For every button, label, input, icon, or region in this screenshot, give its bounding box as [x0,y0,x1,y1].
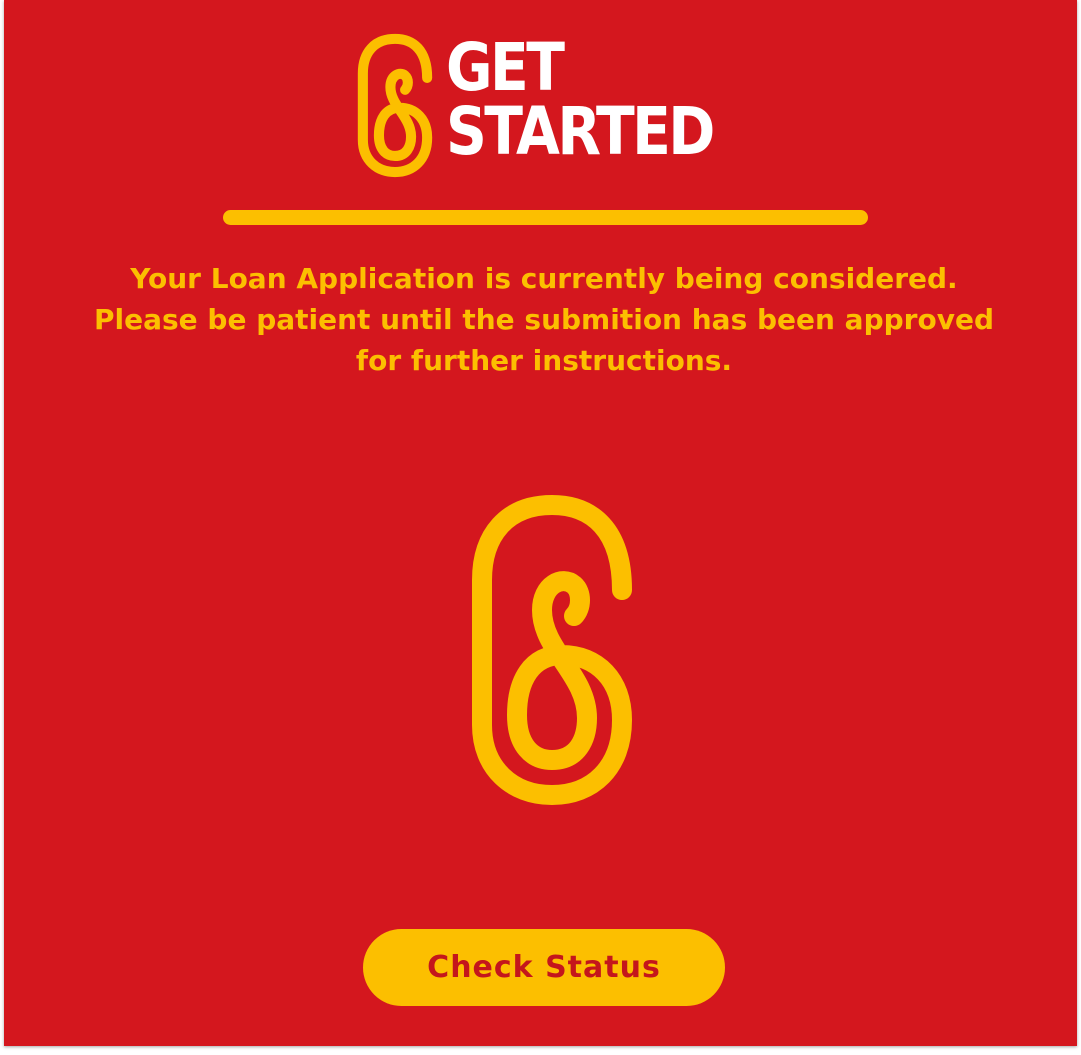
check-status-button[interactable]: Check Status [363,929,725,1006]
divider-bar [223,210,868,225]
app-panel: GET STARTED Your Loan Application is cur… [4,0,1077,1046]
title-line-get: GET [446,29,565,106]
message-line-3: for further instructions. [355,344,733,377]
logo-icon [357,33,433,178]
page-title: GET STARTED [446,29,715,170]
infinity-loop-logo-icon [472,495,632,805]
message-line-2: Please be patient until the submition ha… [94,303,994,336]
header: GET STARTED [350,30,750,180]
message-line-1: Your Loan Application is currently being… [130,262,958,295]
center-logo-container [354,478,737,878]
title-line-started: STARTED [446,93,715,170]
status-message: Your Loan Application is currently being… [44,258,1044,381]
